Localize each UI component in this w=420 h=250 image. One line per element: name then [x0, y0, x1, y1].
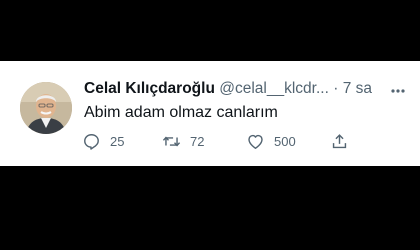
- share-button[interactable]: [330, 131, 358, 151]
- tweet-actions: 25 72 500: [82, 131, 382, 151]
- like-button[interactable]: 500: [246, 131, 296, 151]
- tweet-card[interactable]: Celal Kılıçdaroğlu @celal__klcdr... · 7 …: [0, 61, 420, 166]
- reply-icon: [84, 133, 99, 150]
- reply-button[interactable]: 25: [82, 131, 124, 151]
- like-count: 500: [274, 133, 296, 149]
- retweet-icon: [162, 135, 181, 147]
- more-icon[interactable]: [390, 83, 406, 93]
- avatar[interactable]: [20, 82, 72, 134]
- tweet-text: Abim adam olmaz canlarım: [84, 104, 278, 121]
- timestamp[interactable]: 7 sa: [343, 80, 372, 97]
- author-name[interactable]: Celal Kılıçdaroğlu: [84, 80, 215, 97]
- tweet-header: Celal Kılıçdaroğlu @celal__klcdr... · 7 …: [84, 79, 372, 99]
- retweet-count: 72: [190, 133, 205, 149]
- avatar-photo: [20, 82, 72, 134]
- share-icon: [332, 133, 347, 148]
- separator: ·: [333, 80, 339, 97]
- author-handle[interactable]: @celal__klcdr...: [219, 80, 329, 97]
- reply-count: 25: [110, 133, 125, 149]
- retweet-button[interactable]: 72: [162, 131, 204, 151]
- like-icon: [248, 134, 263, 149]
